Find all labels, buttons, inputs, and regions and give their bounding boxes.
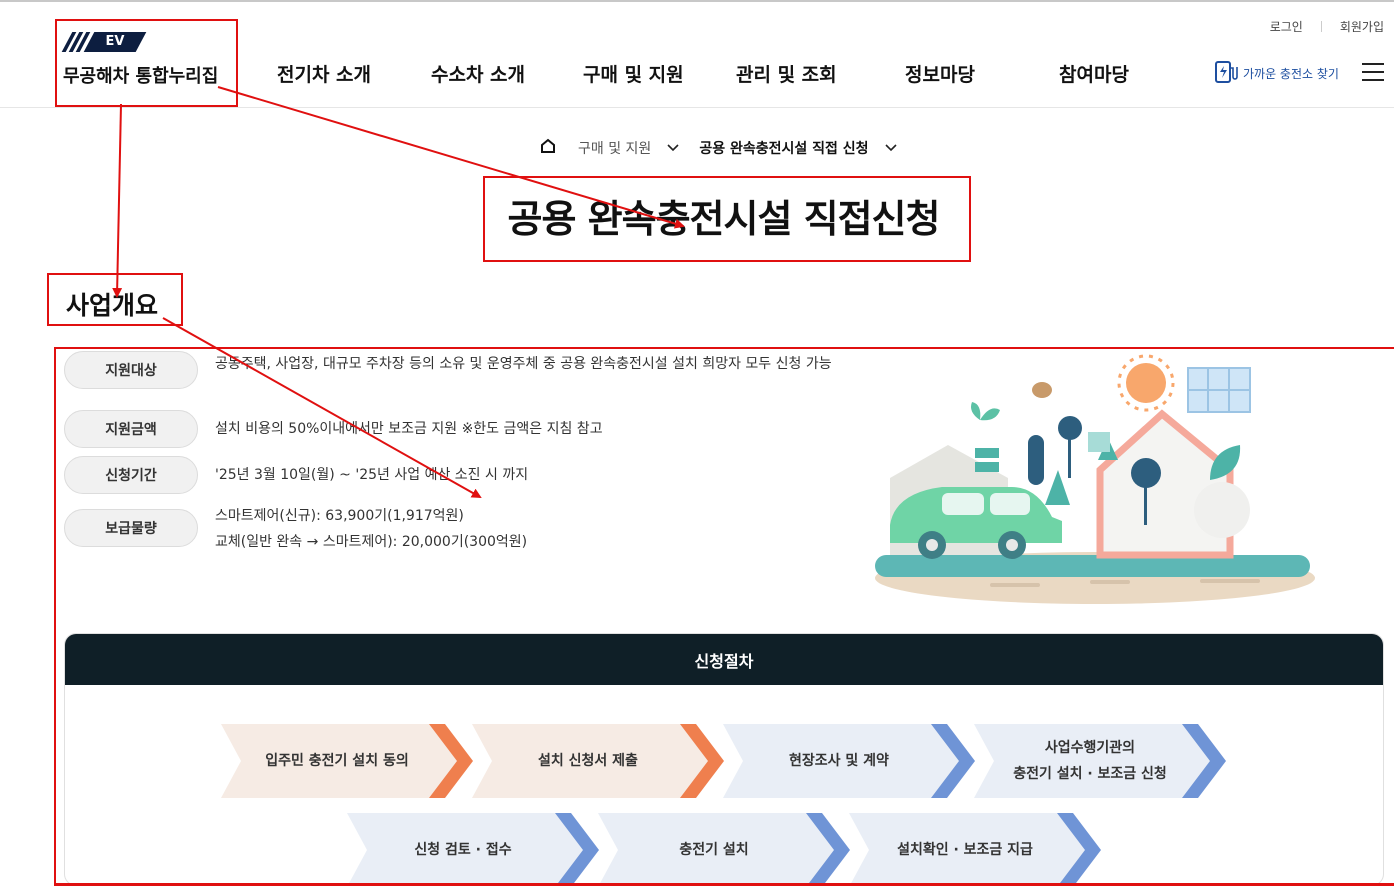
section-title: 사업개요 [66,291,159,320]
nav-purchase-support[interactable]: 구매 및 지원 [583,60,684,87]
charger-find-label: 가까운 충전소 찾기 [1243,67,1339,81]
overview-label: 지원금액 [64,410,198,448]
ev-charging-illustration [870,350,1320,614]
charger-icon [1213,59,1239,88]
step-label: 충전기 설치 [679,842,749,858]
nav-info[interactable]: 정보마당 [905,60,975,87]
chevron-down-icon[interactable] [884,141,897,155]
logo-text: 무공해차 통합누리집 [63,66,219,87]
chevron-down-icon[interactable] [667,141,679,155]
overview-row-period: 신청기간 '25년 3월 10일(월) ~ '25년 사업 예산 소진 시 까지 [64,456,855,494]
overview-desc: 스마트제어(신규): 63,900기(1,917억원) 교체(일반 완속 → 스… [215,503,855,555]
overview-desc: '25년 3월 10일(월) ~ '25년 사업 예산 소진 시 까지 [215,467,529,483]
overview-row-quantity: 보급물량 스마트제어(신규): 63,900기(1,917억원) 교체(일반 완… [64,508,855,555]
page-title: 공용 완속충전시설 직접신청 [507,197,941,241]
divider [1320,21,1322,32]
overview-desc-line: 스마트제어(신규): 63,900기(1,917억원) [215,508,464,524]
process-title: 신청절차 [65,634,1383,685]
charger-find-button[interactable]: 가까운 충전소 찾기 [1213,59,1339,88]
nav-ev-intro[interactable]: 전기차 소개 [277,60,371,87]
nav-participation[interactable]: 참여마당 [1059,60,1129,87]
site-header: EV 무공해차 통합누리집 로그인 회원가입 전기차 소개 수소차 소개 구매 … [0,2,1394,108]
overview-label: 지원대상 [64,351,198,389]
step-label: 입주민 충전기 설치 동의 [265,753,409,769]
overview-row-target: 지원대상 공동주택, 사업장, 대규모 주차장 등의 소유 및 운영주체 중 공… [64,351,855,389]
breadcrumb-item-purchase[interactable]: 구매 및 지원 [578,138,651,158]
utility-links: 로그인 회원가입 [1270,18,1384,35]
ev-logo-mark: EV [61,32,147,52]
process-step: 설치 신청서 제출 [472,724,724,798]
process-step: 입주민 충전기 설치 동의 [221,724,473,798]
step-label: 설치 신청서 제출 [538,753,638,769]
process-step: 사업수행기관의충전기 설치 · 보조금 신청 [974,724,1226,798]
overview-desc: 설치 비용의 50%이내에서만 보조금 지원 ※한도 금액은 지침 참고 [215,421,603,437]
breadcrumb: 구매 및 지원 공용 완속충전시설 직접 신청 [540,138,917,158]
step-label: 충전기 설치 · 보조금 신청 [1013,766,1167,782]
step-label: 사업수행기관의 [1044,740,1136,756]
overview-row-amount: 지원금액 설치 비용의 50%이내에서만 보조금 지원 ※한도 금액은 지침 참… [64,410,855,448]
signup-link[interactable]: 회원가입 [1340,18,1384,35]
overview-label: 보급물량 [64,509,198,547]
step-label: 설치확인 · 보조금 지급 [897,842,1033,858]
breadcrumb-item-current[interactable]: 공용 완속충전시설 직접 신청 [699,138,868,158]
overview-desc-line: 교체(일반 완속 → 스마트제어): 20,000기(300억원) [215,534,528,550]
process-step: 현장조사 및 계약 [723,724,975,798]
logo-badge: EV [105,34,125,49]
nav-manage-lookup[interactable]: 관리 및 조회 [736,60,837,87]
step-label: 신청 검토 · 접수 [414,842,512,858]
process-step: 충전기 설치 [598,813,850,886]
hamburger-menu-icon[interactable] [1362,63,1384,81]
step-label: 현장조사 및 계약 [789,753,889,769]
process-step: 설치확인 · 보조금 지급 [849,813,1101,886]
login-link[interactable]: 로그인 [1270,18,1303,35]
process-step: 신청 검토 · 접수 [347,813,599,886]
home-icon[interactable] [540,138,556,158]
overview-desc: 공동주택, 사업장, 대규모 주차장 등의 소유 및 운영주체 중 공용 완속충… [215,356,832,372]
overview-label: 신청기간 [64,456,198,494]
nav-fcev-intro[interactable]: 수소차 소개 [431,60,525,87]
site-logo[interactable]: EV 무공해차 통합누리집 [61,32,218,87]
